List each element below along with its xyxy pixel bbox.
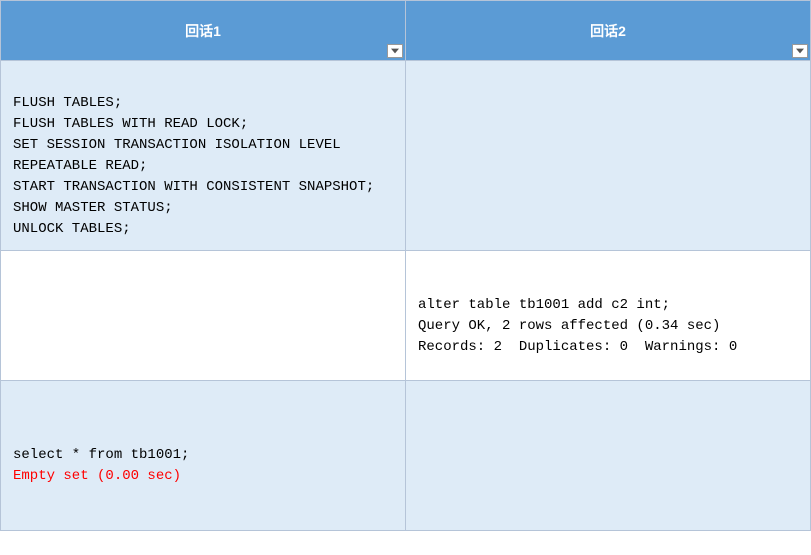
header-session-2[interactable]: 回话2: [406, 1, 811, 61]
cell-r0-c1: [406, 61, 811, 251]
filter-dropdown-icon[interactable]: [792, 44, 808, 58]
cell-content: FLUSH TABLES;FLUSH TABLES WITH READ LOCK…: [13, 72, 393, 240]
cell-r0-c0: FLUSH TABLES;FLUSH TABLES WITH READ LOCK…: [1, 61, 406, 251]
cell-r2-c1: [406, 381, 811, 531]
table-row: select * from tb1001;Empty set (0.00 sec…: [1, 381, 811, 531]
header-label-1: 回话1: [185, 23, 221, 39]
table-row: FLUSH TABLES;FLUSH TABLES WITH READ LOCK…: [1, 61, 811, 251]
cell-r1-c1: alter table tb1001 add c2 int;Query OK, …: [406, 251, 811, 381]
header-row: 回话1 回话2: [1, 1, 811, 61]
header-label-2: 回话2: [590, 23, 626, 39]
cell-r2-c0: select * from tb1001;Empty set (0.00 sec…: [1, 381, 406, 531]
cell-content: alter table tb1001 add c2 int;Query OK, …: [418, 274, 798, 358]
header-session-1[interactable]: 回话1: [1, 1, 406, 61]
filter-dropdown-icon[interactable]: [387, 44, 403, 58]
table-row: alter table tb1001 add c2 int;Query OK, …: [1, 251, 811, 381]
cell-r1-c0: [1, 251, 406, 381]
cell-content: select * from tb1001;Empty set (0.00 sec…: [13, 424, 393, 487]
sql-session-table: 回话1 回话2 FLUSH TABLES;FLUSH TABLES WITH R…: [0, 0, 811, 531]
